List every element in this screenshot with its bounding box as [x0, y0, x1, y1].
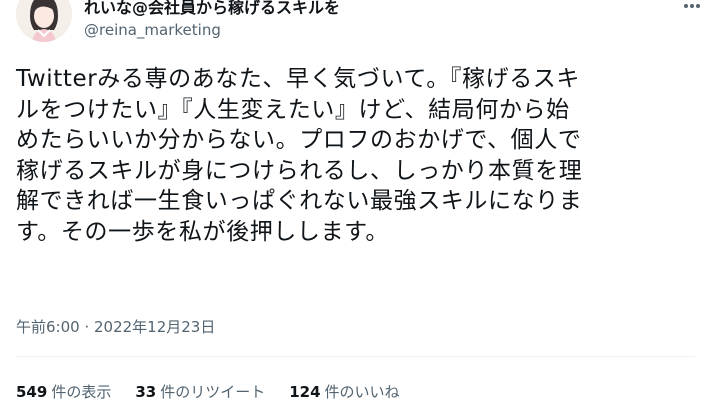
tweet-text-line: 解できれば一生食いっぱぐれない最強スキルになりま [16, 188, 583, 214]
display-name[interactable]: れいな@会社員から稼げるスキルを [84, 0, 340, 18]
tweet-stats: 549 件の表示 33 件のリツイート 124 件のいいね [16, 381, 400, 402]
retweets-stat[interactable]: 33 件のリツイート [135, 381, 265, 402]
more-dots-icon [684, 4, 700, 8]
retweets-count: 33 [135, 383, 157, 401]
views-stat[interactable]: 549 件の表示 [16, 381, 111, 402]
tweet-text-line: ルをつけたい』『人生変えたい』けど、結局何から始 [16, 96, 570, 123]
retweets-label: 件のリツイート [160, 383, 266, 401]
views-count: 549 [16, 383, 48, 401]
likes-stat[interactable]: 124 件のいいね [289, 381, 399, 402]
avatar[interactable] [16, 0, 72, 42]
tweet-timestamp[interactable]: 午前6:00 · 2022年12月23日 [16, 316, 215, 337]
views-label: 件の表示 [51, 383, 112, 401]
likes-label: 件のいいね [324, 383, 400, 401]
tweet-text-line: 稼げるスキルが身につけられるし、しっかり本質を理 [16, 157, 583, 184]
tweet-text-line: めたらいいか分からない。プロフのおかげで、個人で [16, 127, 582, 153]
divider [16, 356, 695, 357]
tweet-text-line: Twitterみる専のあなた、早く気づいて。『稼げるスキ [16, 66, 581, 92]
avatar-illustration-icon [16, 0, 72, 42]
tweet-text: Twitterみる専のあなた、早く気づいて。『稼げるスキ ルをつけたい』『人生変… [16, 64, 696, 247]
likes-count: 124 [289, 383, 321, 401]
tweet-text-line: す。その一歩を私が後押しします。 [16, 218, 389, 245]
tweet: れいな@会社員から稼げるスキルを @reina_marketing Twitte… [0, 0, 711, 419]
user-handle[interactable]: @reina_marketing [84, 21, 221, 39]
more-options-button[interactable] [677, 0, 707, 16]
